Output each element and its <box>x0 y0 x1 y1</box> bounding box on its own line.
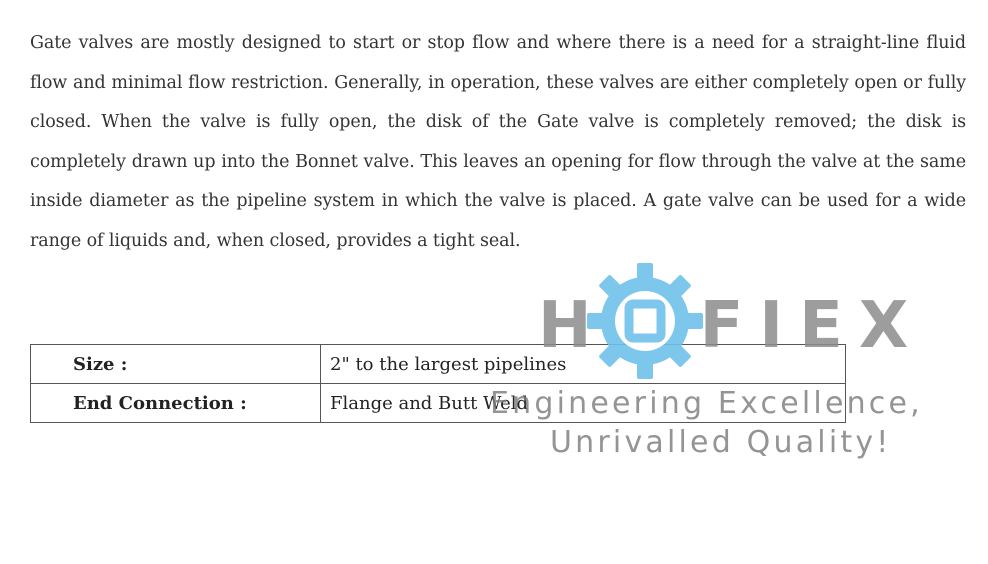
spec-value-end-connection: Flange and Butt Weld <box>320 383 846 423</box>
main-content: Gate valves are mostly designed to start… <box>30 24 966 261</box>
spec-label-end-connection: End Connection : <box>30 383 321 423</box>
watermark-tagline-2: Unrivalled Quality! <box>550 425 892 460</box>
table-row: Size : 2" to the largest pipelines <box>30 344 846 384</box>
gate-valve-description: Gate valves are mostly designed to start… <box>30 33 966 251</box>
table-row: End Connection : Flange and Butt Weld <box>30 383 846 423</box>
spec-value-size: 2" to the largest pipelines <box>320 344 846 384</box>
spec-label-size: Size : <box>30 344 321 384</box>
spec-table: Size : 2" to the largest pipelines End C… <box>30 344 846 423</box>
